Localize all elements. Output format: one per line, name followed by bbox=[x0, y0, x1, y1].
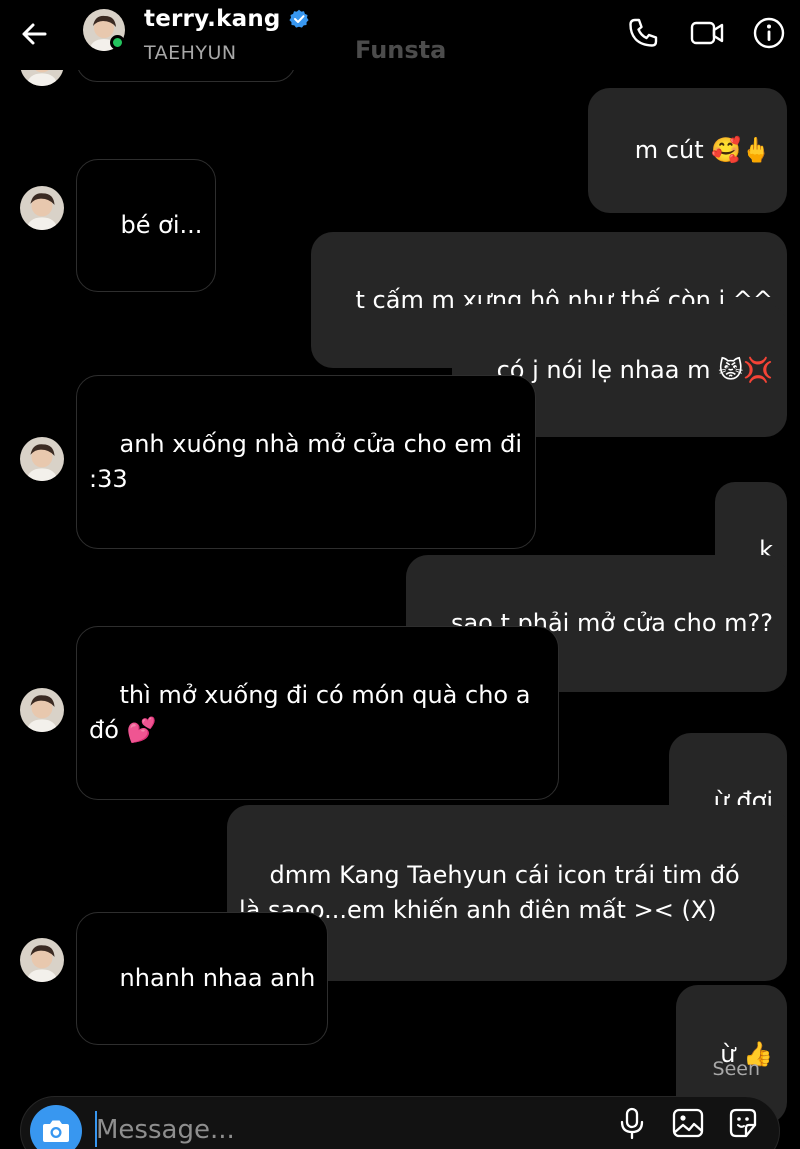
sender-avatar bbox=[20, 938, 64, 982]
message-bubble-incoming[interactable]: anh xuống nhà mở cửa cho em đi :33 bbox=[76, 375, 536, 549]
sender-avatar bbox=[20, 437, 64, 481]
gallery-icon[interactable] bbox=[672, 1106, 704, 1140]
back-arrow-icon[interactable] bbox=[18, 18, 50, 50]
message-input[interactable] bbox=[96, 1110, 596, 1149]
message-text: nhanh nhaa anh bbox=[119, 964, 316, 992]
verified-badge-icon bbox=[288, 9, 309, 28]
message-text: anh xuống nhà mở cửa cho em đi :33 bbox=[89, 430, 523, 493]
message-text: bé ơi... bbox=[120, 211, 203, 239]
message-text: thì mở xuống đi có món quà cho a đó 💕 bbox=[89, 681, 531, 744]
message-bubble-incoming[interactable]: nhanh nhaa anh bbox=[76, 912, 329, 1045]
info-icon[interactable] bbox=[752, 16, 786, 50]
microphone-icon[interactable] bbox=[616, 1106, 648, 1140]
sticker-icon[interactable] bbox=[727, 1106, 759, 1140]
video-call-icon[interactable] bbox=[690, 16, 724, 50]
message-text: có j nói lẹ nhaa m 😾💢 bbox=[496, 356, 773, 384]
chat-header: terry.kang TAEHYUN Funsta bbox=[0, 0, 800, 70]
sender-avatar bbox=[20, 688, 64, 732]
chat-screen: terry.kang TAEHYUN Funsta m cút 🥰🖕 bé ơi… bbox=[0, 0, 800, 1149]
sender-avatar bbox=[20, 186, 64, 230]
list-label: Funsta bbox=[355, 36, 447, 64]
contact-username: TAEHYUN bbox=[144, 42, 237, 64]
message-bubble-incoming[interactable]: bé ơi... bbox=[76, 159, 217, 292]
message-text: m cút 🥰🖕 bbox=[634, 136, 771, 164]
camera-icon bbox=[43, 1120, 69, 1142]
online-status-dot bbox=[110, 35, 125, 50]
message-bubble-incoming[interactable]: thì mở xuống đi có món quà cho a đó 💕 bbox=[76, 626, 559, 800]
seen-status: Seen bbox=[712, 1058, 760, 1080]
contact-display-name: terry.kang bbox=[144, 6, 281, 32]
camera-button[interactable] bbox=[30, 1105, 82, 1149]
message-bubble-outgoing[interactable]: m cút 🥰🖕 bbox=[588, 88, 787, 213]
contact-name-row[interactable]: terry.kang bbox=[144, 6, 309, 32]
phone-icon[interactable] bbox=[626, 16, 660, 50]
